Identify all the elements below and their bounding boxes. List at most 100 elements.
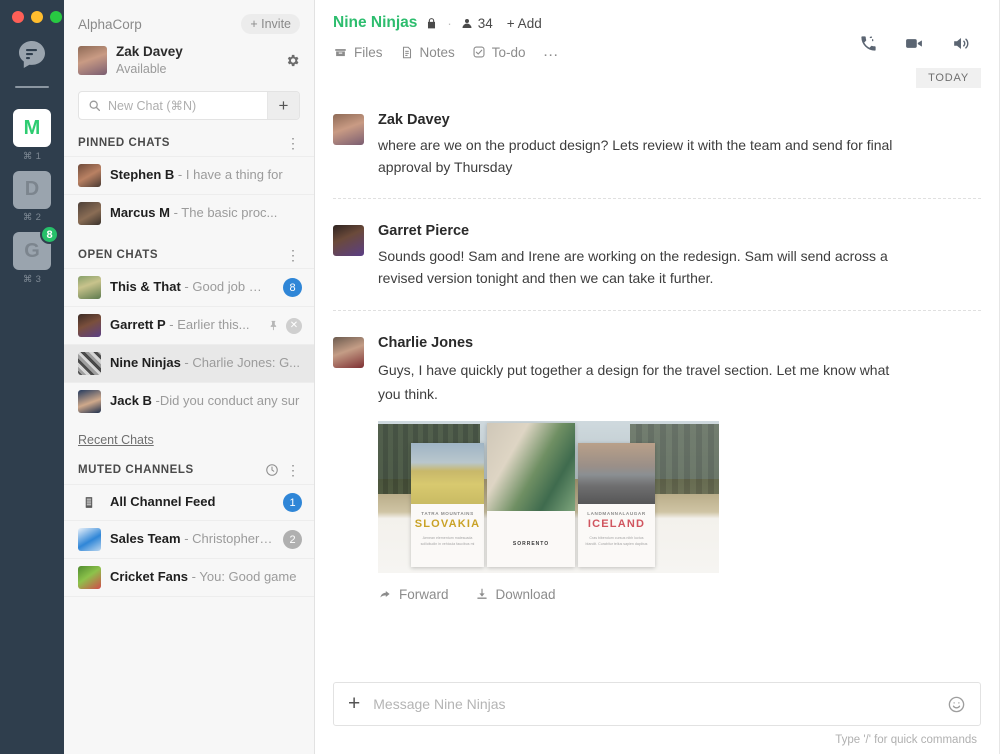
pin-icon[interactable]	[267, 319, 278, 332]
plus-icon[interactable]: +	[348, 692, 360, 716]
chat-row-text: Cricket Fans - You: Good game	[110, 569, 302, 586]
current-user-row[interactable]: Zak Davey Available	[64, 34, 314, 77]
tab-todo[interactable]: To-do	[472, 45, 526, 60]
travel-card-subtitle: LANDMANNALAUGAR	[578, 511, 655, 516]
message-composer[interactable]: +	[333, 682, 981, 726]
channel-feed-icon	[78, 495, 101, 510]
message-input[interactable]	[373, 696, 947, 712]
unread-badge: 8	[283, 278, 302, 297]
new-chat-add-button[interactable]: +	[267, 92, 299, 119]
avatar[interactable]	[333, 337, 364, 368]
more-options-button[interactable]: …	[543, 43, 560, 61]
rail-app-m-shortcut: ⌘ 1	[23, 151, 41, 162]
avatar	[78, 202, 101, 225]
rail-app-list: M ⌘ 1 D ⌘ 2 G 8 ⌘ 3	[13, 109, 51, 294]
section-actions: ⋮	[286, 251, 300, 259]
tab-files[interactable]: Files	[333, 45, 383, 60]
tab-notes[interactable]: Notes	[400, 45, 455, 60]
sidebar-item-stephen-b[interactable]: Stephen B - I have a thing for	[64, 156, 314, 194]
search-input[interactable]	[108, 99, 258, 113]
rail-app-d[interactable]: D ⌘ 2	[13, 171, 51, 224]
unread-badge: 1	[283, 493, 302, 512]
kebab-menu-icon[interactable]: ⋮	[286, 139, 300, 147]
person-icon	[461, 17, 473, 30]
sidebar: AlphaCorp + Invite Zak Davey Available	[64, 0, 315, 754]
checkbox-circle-icon	[472, 45, 486, 59]
app-rail: M ⌘ 1 D ⌘ 2 G 8 ⌘ 3	[0, 0, 64, 754]
date-divider: TODAY	[916, 68, 981, 88]
message-list[interactable]: TODAY Zak Davey where are we on the prod…	[315, 61, 999, 682]
avatar[interactable]	[333, 114, 364, 145]
travel-card-subtitle: TATRA MOUNTAINS	[411, 511, 484, 516]
close-icon[interactable]: ✕	[286, 318, 302, 334]
speaker-volume-icon[interactable]	[950, 34, 971, 53]
message: Garret Pierce Sounds good! Sam and Irene…	[333, 199, 981, 310]
gear-icon[interactable]	[285, 53, 300, 68]
chat-row-preview: - You: Good game	[192, 569, 297, 584]
rail-app-g[interactable]: G 8 ⌘ 3	[13, 232, 51, 285]
chat-row-text: Nine Ninjas - Charlie Jones: G...	[110, 355, 302, 372]
avatar[interactable]	[333, 225, 364, 256]
sidebar-item-jack-b[interactable]: Jack B -Did you conduct any sur	[64, 382, 314, 420]
call-actions	[859, 34, 971, 53]
unread-badge: 2	[283, 530, 302, 549]
chat-row-name: Nine Ninjas	[110, 355, 181, 370]
chat-row-text: Sales Team - Christopher J: d.	[110, 531, 274, 548]
video-camera-icon[interactable]	[903, 34, 925, 53]
download-button[interactable]: Download	[475, 587, 556, 602]
files-box-icon	[333, 45, 348, 59]
avatar	[78, 528, 101, 551]
rail-app-m[interactable]: M ⌘ 1	[13, 109, 51, 162]
rail-app-d-tile[interactable]: D	[13, 171, 51, 209]
avatar	[78, 566, 101, 589]
kebab-menu-icon[interactable]: ⋮	[286, 251, 300, 259]
chat-row-name: Stephen B	[110, 167, 174, 182]
composer-hint: Type '/' for quick commands	[333, 726, 981, 746]
tab-notes-label: Notes	[420, 45, 455, 60]
kebab-menu-icon[interactable]: ⋮	[286, 466, 300, 474]
message-text: Guys, I have quickly put together a desi…	[378, 358, 898, 407]
section-actions: ⋮	[286, 139, 300, 147]
message-image-attachment[interactable]: TATRA MOUNTAINS SLOVAKIA Aenean elementu…	[378, 421, 719, 573]
section-actions: ⋮	[265, 463, 300, 477]
sidebar-item-cricket-fans[interactable]: Cricket Fans - You: Good game	[64, 558, 314, 597]
chat-row-preview: - The basic proc...	[174, 205, 278, 220]
window-traffic-lights	[0, 0, 64, 23]
sidebar-item-all-channel-feed[interactable]: All Channel Feed 1	[64, 484, 314, 520]
add-member-button[interactable]: + Add	[507, 16, 542, 31]
mute-clock-icon[interactable]	[265, 463, 279, 477]
section-header-open-chats: OPEN CHATS ⋮	[64, 232, 314, 268]
sidebar-item-garrett-p[interactable]: Garrett P - Earlier this... ✕	[64, 306, 314, 344]
section-title: OPEN CHATS	[78, 249, 158, 261]
sidebar-item-nine-ninjas[interactable]: Nine Ninjas - Charlie Jones: G...	[64, 344, 314, 382]
download-icon	[475, 587, 489, 601]
message-author: Charlie Jones	[378, 335, 898, 351]
invite-button[interactable]: + Invite	[241, 14, 300, 34]
travel-card-title: SLOVAKIA	[411, 518, 484, 530]
sidebar-org-row: AlphaCorp + Invite	[64, 0, 314, 34]
sidebar-item-marcus-m[interactable]: Marcus M - The basic proc...	[64, 194, 314, 232]
chat-row-preview: -Did you conduct any sur	[156, 393, 300, 408]
attachment-actions: Forward Download	[378, 587, 898, 602]
smiley-emoji-icon[interactable]	[947, 695, 966, 714]
chat-row-name: Marcus M	[110, 205, 170, 220]
window-minimize-button[interactable]	[31, 11, 43, 23]
window-close-button[interactable]	[12, 11, 24, 23]
sidebar-item-sales-team[interactable]: Sales Team - Christopher J: d. 2	[64, 520, 314, 558]
forward-button[interactable]: Forward	[378, 587, 449, 602]
recent-chats-link[interactable]: Recent Chats	[64, 420, 314, 459]
rail-app-m-tile[interactable]: M	[13, 109, 51, 147]
chat-row-text: Marcus M - The basic proc...	[110, 205, 302, 222]
travel-card-slovakia: TATRA MOUNTAINS SLOVAKIA Aenean elementu…	[411, 443, 484, 567]
member-count-group[interactable]: 34	[461, 16, 493, 31]
travel-card-iceland: LANDMANNALAUGAR ICELAND Cras bibendum cu…	[578, 443, 655, 567]
sidebar-item-this-and-that[interactable]: This & That - Good job 👏... 8	[64, 268, 314, 306]
search-container[interactable]	[79, 92, 267, 119]
chat-row-text: Stephen B - I have a thing for	[110, 167, 302, 184]
conversation-title-row: Nine Ninjas · 34 + Add	[333, 14, 981, 32]
forward-label: Forward	[399, 587, 449, 602]
chat-row-text: Jack B -Did you conduct any sur	[110, 393, 302, 410]
window-zoom-button[interactable]	[50, 11, 62, 23]
phone-call-icon[interactable]	[859, 34, 878, 53]
travel-card-title: ICELAND	[578, 518, 655, 530]
